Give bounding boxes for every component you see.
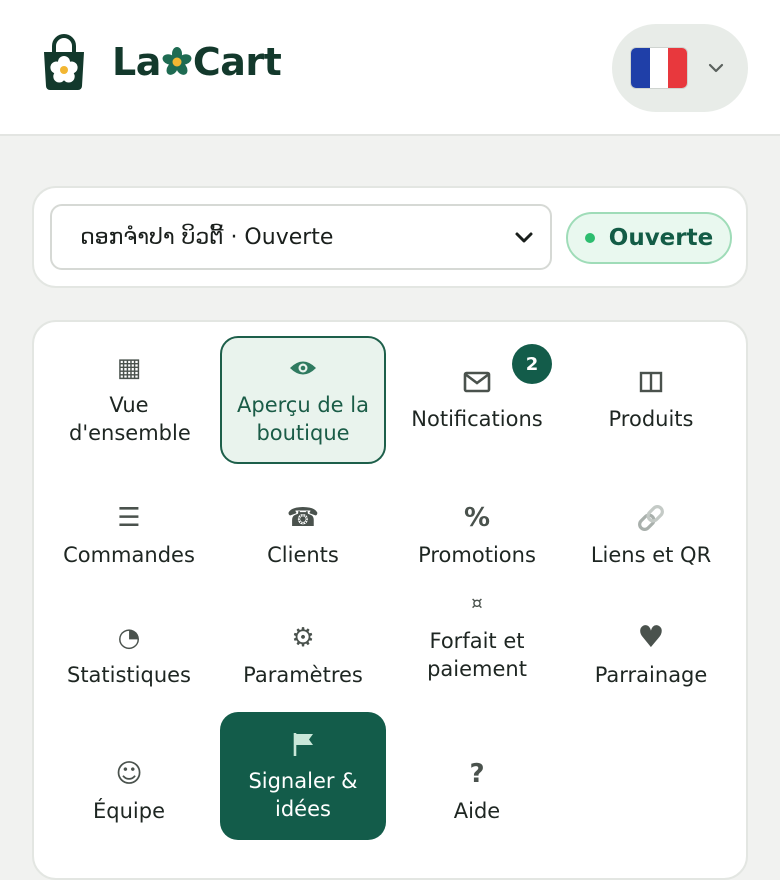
menu-item-overview[interactable]: ▦ Vue d'ensemble [46, 336, 212, 464]
mail-icon [463, 367, 491, 397]
menu-item-label: Équipe [93, 799, 165, 823]
menu-item-label: Vue d'ensemble [69, 393, 191, 445]
store-status-label: Ouverte [608, 225, 714, 251]
menu-grid: ▦ Vue d'ensemble Aperçu de la boutique N… [32, 320, 748, 880]
menu-item-label: Parrainage [594, 663, 708, 687]
french-flag-icon [630, 47, 688, 89]
flag-icon [291, 729, 315, 759]
menu-item-settings[interactable]: ⚙ Paramètres [220, 592, 386, 720]
columns-icon [639, 367, 663, 397]
status-dot-icon [584, 233, 595, 243]
menu-item-label: Commandes [63, 543, 195, 567]
menu-item-label: Statistiques [66, 663, 191, 687]
menu-item-plan-billing[interactable]: ¤ Forfait et paiement [394, 572, 560, 700]
eye-icon [288, 353, 318, 383]
smile-icon: ☺ [115, 759, 143, 789]
flower-star-icon [162, 47, 192, 75]
chevron-down-icon [515, 232, 533, 243]
store-select-value: ດອກຈໍາປາ ບິວຕີ້ · Ouverte [80, 224, 334, 250]
grid-icon: ▦ [116, 353, 142, 383]
gear-icon: ⚙ [291, 623, 315, 653]
question-icon: ? [469, 759, 485, 789]
menu-item-label: Aide [453, 799, 501, 823]
logo[interactable]: La Cart [38, 34, 282, 90]
menu-item-orders[interactable]: ☰ Commandes [46, 472, 212, 600]
notification-count-badge: 2 [512, 344, 552, 384]
menu-item-label: Liens et QR [590, 543, 712, 567]
store-card: ດອກຈໍາປາ ບິວຕີ້ · Ouverte Ouverte [32, 186, 748, 288]
menu-item-store-preview[interactable]: Aperçu de la boutique [220, 336, 386, 464]
pie-icon: ◔ [117, 623, 141, 653]
chevron-down-icon [708, 63, 724, 73]
menu-item-products[interactable]: Produits [568, 336, 734, 464]
store-select[interactable]: ດອກຈໍາປາ ບິວຕີ້ · Ouverte [50, 204, 552, 270]
menu-item-label: Produits [608, 407, 694, 431]
menu-item-label: Signaler & idées [248, 769, 358, 821]
menu-item-feedback[interactable]: Signaler & idées [220, 712, 386, 840]
menu-item-help[interactable]: ? Aide [394, 728, 560, 856]
percent-icon: % [463, 503, 491, 533]
menu-item-referral[interactable]: ♥ Parrainage [568, 592, 734, 720]
phone-icon: ☎ [286, 503, 320, 533]
menu-item-team[interactable]: ☺ Équipe [46, 728, 212, 856]
menu-item-label: Aperçu de la boutique [237, 393, 369, 445]
menu-item-label: Promotions [418, 543, 536, 567]
heart-icon: ♥ [637, 620, 665, 655]
language-selector[interactable] [612, 24, 748, 112]
brand-part-2: Cart [192, 40, 282, 84]
app-header: La Cart [0, 0, 780, 136]
link-icon [635, 503, 667, 533]
menu-item-links-qr[interactable]: Liens et QR [568, 472, 734, 600]
list-icon: ☰ [117, 503, 141, 533]
currency-icon: ¤ [471, 593, 483, 614]
store-status-badge: Ouverte [566, 212, 732, 264]
brand-name: La Cart [112, 40, 282, 84]
shopping-bag-logo-icon [44, 34, 84, 90]
menu-item-clients[interactable]: ☎ Clients [220, 472, 386, 600]
menu-item-label: Forfait et paiement [427, 629, 527, 681]
menu-item-label: Notifications [411, 407, 543, 431]
brand-part-1: La [112, 40, 161, 84]
menu-item-label: Paramètres [243, 663, 363, 687]
menu-item-label: Clients [267, 543, 339, 567]
menu-item-statistics[interactable]: ◔ Statistiques [46, 592, 212, 720]
